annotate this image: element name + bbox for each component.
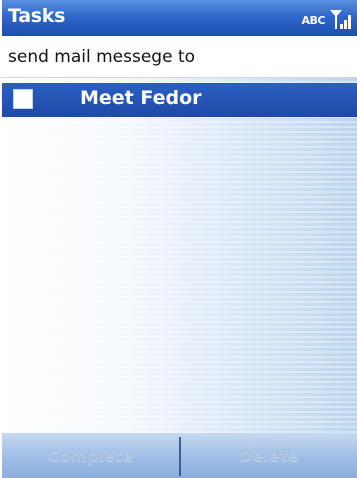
softkey-bar: Complete Delete <box>2 433 357 478</box>
task-label: Meet Fedor <box>80 87 202 109</box>
app-title: Tasks <box>8 5 66 27</box>
task-list: Meet Fedor <box>2 78 357 433</box>
complete-softkey[interactable]: Complete <box>2 433 179 478</box>
new-task-input[interactable] <box>8 43 348 71</box>
delete-softkey[interactable]: Delete <box>181 433 357 478</box>
title-bar: Tasks ABC <box>2 0 357 36</box>
task-complete-checkbox[interactable] <box>13 89 33 109</box>
signal-strength-icon <box>329 8 353 30</box>
status-indicators: ABC <box>302 6 353 30</box>
task-item-meet-fedor[interactable]: Meet Fedor <box>2 83 357 117</box>
new-task-row <box>2 36 357 78</box>
network-mode-indicator: ABC <box>301 14 326 27</box>
tasks-screen: Tasks ABC Meet Fedor Complete Delet <box>2 0 357 478</box>
